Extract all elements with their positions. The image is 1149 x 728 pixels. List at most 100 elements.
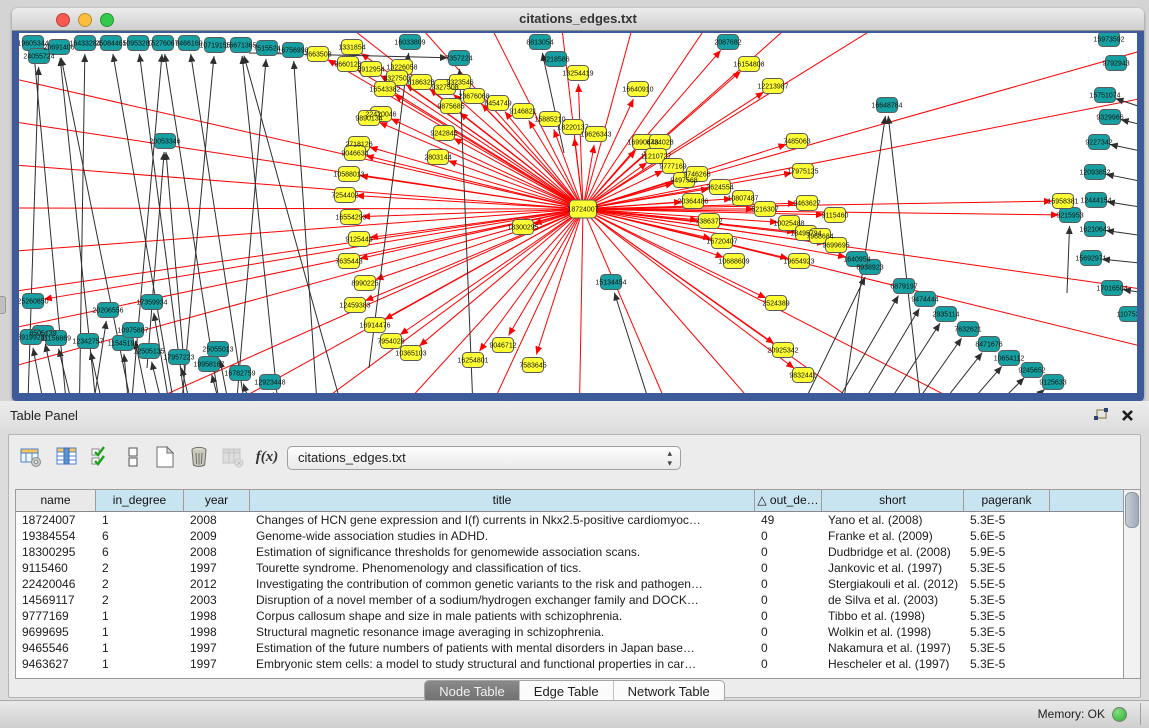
graph-node-label: 16554293 [335, 214, 366, 221]
cell-out_de: 0 [755, 576, 822, 592]
graph-edge [166, 152, 185, 375]
cell-pagerank: 5.3E-5 [964, 592, 1050, 608]
graph-node-label: 10975887 [117, 327, 148, 334]
table-row[interactable]: 977716911998Corpus callosum shape and si… [16, 608, 1124, 624]
column-header-in_degree[interactable]: in_degree [96, 490, 184, 511]
cell-title: Corpus callosum shape and size in male p… [250, 608, 755, 624]
function-builder-icon[interactable]: f(x) [253, 443, 281, 471]
graph-edge [583, 145, 594, 209]
graph-node-label: 9792943 [1102, 60, 1129, 67]
graph-edge [819, 296, 898, 393]
delete-table-icon[interactable] [185, 443, 213, 471]
column-header-out_de[interactable]: △ out_de… [755, 490, 822, 511]
graph-node-label: 11156869 [41, 335, 71, 342]
column-view-icon[interactable] [53, 443, 81, 471]
graph-edge [273, 392, 287, 393]
cell-short: de Silva et al. (2003) [822, 592, 964, 608]
graph-node-label: 10365103 [395, 350, 426, 357]
cell-year: 2008 [184, 512, 250, 528]
cell-out_de: 0 [755, 544, 822, 560]
float-panel-icon[interactable] [1092, 407, 1109, 424]
graph-node-label: 9115460 [822, 212, 849, 219]
table-row[interactable]: 1938455462009Genome-wide association stu… [16, 528, 1124, 544]
collapsed-panel-grip[interactable] [0, 296, 6, 314]
graph-edge [583, 209, 1137, 353]
table-selector-dropdown[interactable]: citations_edges.txt ▴▾ [287, 446, 681, 470]
table-row[interactable]: 1456911722003Disruption of a novel membe… [16, 592, 1124, 608]
graph-node-label: 9046712 [489, 342, 516, 349]
network-canvas-frame: 1872400719605344240557242069140616433284… [12, 31, 1144, 401]
graph-node-label: 9777169 [659, 163, 686, 170]
graph-node-label: 16640910 [622, 86, 653, 93]
graph-node-label: 20925342 [767, 347, 798, 354]
graph-edge [845, 308, 919, 393]
graph-edge [542, 53, 564, 153]
table-row[interactable]: 946554611997Estimation of the future num… [16, 640, 1124, 656]
graph-node-label: 17975125 [787, 168, 818, 175]
graph-node-label: 9245652 [1018, 367, 1045, 374]
column-chooser-icon[interactable] [119, 443, 147, 471]
column-header-short[interactable]: short [822, 490, 964, 511]
table-row[interactable]: 1830029562008Estimation of significance … [16, 544, 1124, 560]
graph-edge [614, 292, 659, 393]
table-row[interactable]: 1872400712008Changes of HCN gene express… [16, 512, 1124, 528]
graph-node-label: 8454749 [484, 100, 511, 107]
table-row[interactable]: 2242004622012Investigating the contribut… [16, 576, 1124, 592]
graph-node-label: 16543382 [369, 86, 400, 93]
graph-node-label: 12093852 [1079, 169, 1110, 176]
cell-name: 19384554 [16, 528, 96, 544]
graph-node-label: 16210643 [1079, 226, 1110, 233]
new-table-icon[interactable] [151, 443, 179, 471]
graph-node-label: 10588013 [333, 171, 364, 178]
graph-node-label: 7485063 [783, 138, 810, 145]
selected-table-name: citations_edges.txt [298, 450, 406, 465]
graph-node-label: 20364486 [677, 198, 708, 205]
close-panel-icon[interactable] [1120, 407, 1135, 423]
graph-node-label: 11210727 [641, 153, 672, 160]
cell-pagerank: 5.3E-5 [964, 656, 1050, 672]
table-row[interactable]: 946362711997Embryonic stem cells: a mode… [16, 656, 1124, 672]
select-columns-icon[interactable] [87, 443, 115, 471]
scrollbar-thumb[interactable] [1125, 492, 1139, 528]
graph-edge [583, 209, 899, 393]
cell-short: Stergiakouli et al. (2012) [822, 576, 964, 592]
table-vertical-scrollbar[interactable] [1123, 489, 1141, 679]
cell-in_degree: 2 [96, 592, 184, 608]
graph-edge [944, 366, 1002, 393]
column-header-title[interactable]: title [250, 490, 755, 511]
graph-node-label: 18220137 [557, 124, 588, 131]
graph-node-label: 12505135 [133, 348, 164, 355]
cell-pagerank: 5.3E-5 [964, 512, 1050, 528]
graph-node-label: 10654112 [994, 355, 1025, 362]
graph-node-label: 19654923 [783, 258, 814, 265]
memory-status-led-icon[interactable] [1112, 707, 1127, 722]
cell-year: 1997 [184, 640, 250, 656]
graph-node-label: 7632621 [954, 326, 981, 333]
graph-node-label: 15692971 [1075, 255, 1106, 262]
cell-pagerank: 5.5E-5 [964, 576, 1050, 592]
graph-edge [1110, 144, 1137, 155]
graph-node-label: 9046634 [341, 150, 368, 157]
graph-edge [895, 338, 962, 393]
table-row[interactable]: 911546021997Tourette syndrome. Phenomeno… [16, 560, 1124, 576]
graph-node-label: 7954028 [377, 338, 404, 345]
tab-network-table[interactable]: Network Table [614, 681, 724, 702]
tab-node-table[interactable]: Node Table [425, 681, 520, 702]
graph-edge [1102, 259, 1137, 265]
table-settings-icon[interactable] [17, 443, 45, 471]
graph-node-label: 1640954 [843, 256, 870, 263]
graph-node-label: 8938923 [856, 264, 883, 271]
cell-name: 18724007 [16, 512, 96, 528]
graph-node-label: 15134454 [595, 279, 626, 286]
column-header-year[interactable]: year [184, 490, 250, 511]
graph-node-label: 8813054 [526, 39, 553, 46]
column-header-name[interactable]: name [16, 490, 96, 511]
window-titlebar[interactable]: citations_edges.txt [12, 8, 1144, 31]
column-header-pagerank[interactable]: pagerank [964, 490, 1050, 511]
tab-edge-table[interactable]: Edge Table [520, 681, 614, 702]
graph-node-label: 7663508 [304, 51, 331, 58]
cell-pagerank: 5.3E-5 [964, 608, 1050, 624]
graph-node-label: 15276067 [147, 40, 178, 47]
table-row[interactable]: 969969511998Structural magnetic resonanc… [16, 624, 1124, 640]
network-graph-canvas[interactable]: 1872400719605344240557242069140616433284… [19, 33, 1137, 393]
